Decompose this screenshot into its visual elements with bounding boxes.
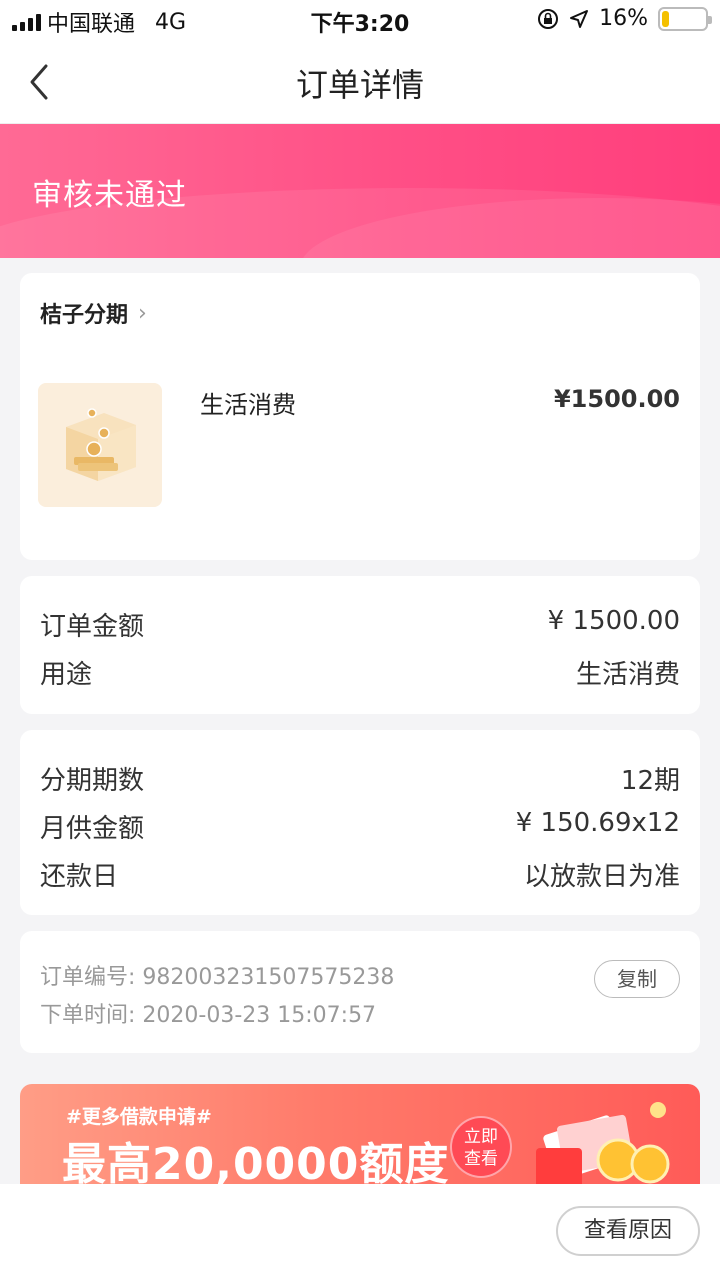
row-label: 月供金额 bbox=[40, 814, 145, 844]
row-value: ¥ 1500.00 bbox=[547, 606, 680, 636]
coin-box-icon bbox=[66, 408, 136, 481]
row-value: ¥ 150.69x12 bbox=[515, 808, 680, 838]
battery-level bbox=[662, 10, 669, 27]
product-card: 桔子分期 › 生活消费 ¥1500.00 bbox=[20, 273, 700, 560]
money-coins-icon bbox=[536, 1102, 670, 1184]
bottom-action-bar: 查看原因 bbox=[0, 1184, 720, 1280]
product-name: 生活消费 bbox=[200, 391, 296, 419]
purpose-row: 用途 生活消费 bbox=[40, 654, 680, 691]
product-price: ¥1500.00 bbox=[553, 385, 680, 413]
promo-headline: 最高20,0000额度 bbox=[62, 1139, 450, 1184]
order-meta-card: 订单编号: 982003231507575238 下单时间: 2020-03-2… bbox=[20, 931, 700, 1053]
status-right: 16% bbox=[537, 6, 712, 31]
status-banner: 审核未通过 bbox=[0, 124, 720, 258]
location-arrow-icon bbox=[570, 9, 589, 28]
chevron-right-icon: › bbox=[138, 300, 147, 326]
row-label: 订单金额 bbox=[40, 612, 145, 642]
nav-bar: 订单详情 bbox=[0, 40, 720, 124]
row-value: 生活消费 bbox=[575, 660, 680, 690]
monthly-payment-row: 月供金额 ¥ 150.69x12 bbox=[40, 808, 680, 845]
page-title: 订单详情 bbox=[295, 66, 424, 104]
promo-tag: #更多借款申请# bbox=[66, 1106, 212, 1128]
battery-icon bbox=[658, 6, 712, 31]
promo-cta-line: 查看 bbox=[464, 1149, 498, 1169]
order-summary-card: 订单金额 ¥ 1500.00 用途 生活消费 bbox=[20, 576, 700, 714]
review-status-text: 审核未通过 bbox=[32, 178, 187, 213]
row-label: 分期期数 bbox=[40, 766, 145, 796]
row-value: 12期 bbox=[620, 766, 680, 796]
row-label: 用途 bbox=[40, 660, 93, 690]
repayment-day-row: 还款日 以放款日为准 bbox=[40, 856, 680, 893]
copy-button[interactable]: 复制 bbox=[594, 960, 680, 998]
row-value: 以放款日为准 bbox=[523, 862, 680, 892]
merchant-link[interactable]: 桔子分期 › bbox=[40, 297, 147, 329]
view-reason-button[interactable]: 查看原因 bbox=[556, 1206, 700, 1256]
lock-rotation-icon bbox=[538, 8, 559, 29]
promo-banner[interactable]: #更多借款申请# 最高20,0000额度 立即 查看 bbox=[20, 1084, 700, 1184]
battery-percent: 16% bbox=[599, 6, 648, 31]
row-label: 还款日 bbox=[40, 862, 119, 892]
status-bar: 中国联通 4G 下午3:20 16% bbox=[0, 0, 720, 40]
installment-card: 分期期数 12期 月供金额 ¥ 150.69x12 还款日 以放款日为准 bbox=[20, 730, 700, 915]
merchant-name: 桔子分期 bbox=[40, 303, 129, 328]
order-time: 下单时间: 2020-03-23 15:07:57 bbox=[40, 1003, 377, 1028]
order-number: 订单编号: 982003231507575238 bbox=[40, 965, 395, 990]
installment-count-row: 分期期数 12期 bbox=[40, 760, 680, 797]
promo-cta-line: 立即 bbox=[464, 1127, 498, 1147]
order-amount-row: 订单金额 ¥ 1500.00 bbox=[40, 606, 680, 643]
promo-cta-button[interactable]: 立即 查看 bbox=[450, 1116, 512, 1178]
product-thumbnail bbox=[38, 383, 162, 507]
